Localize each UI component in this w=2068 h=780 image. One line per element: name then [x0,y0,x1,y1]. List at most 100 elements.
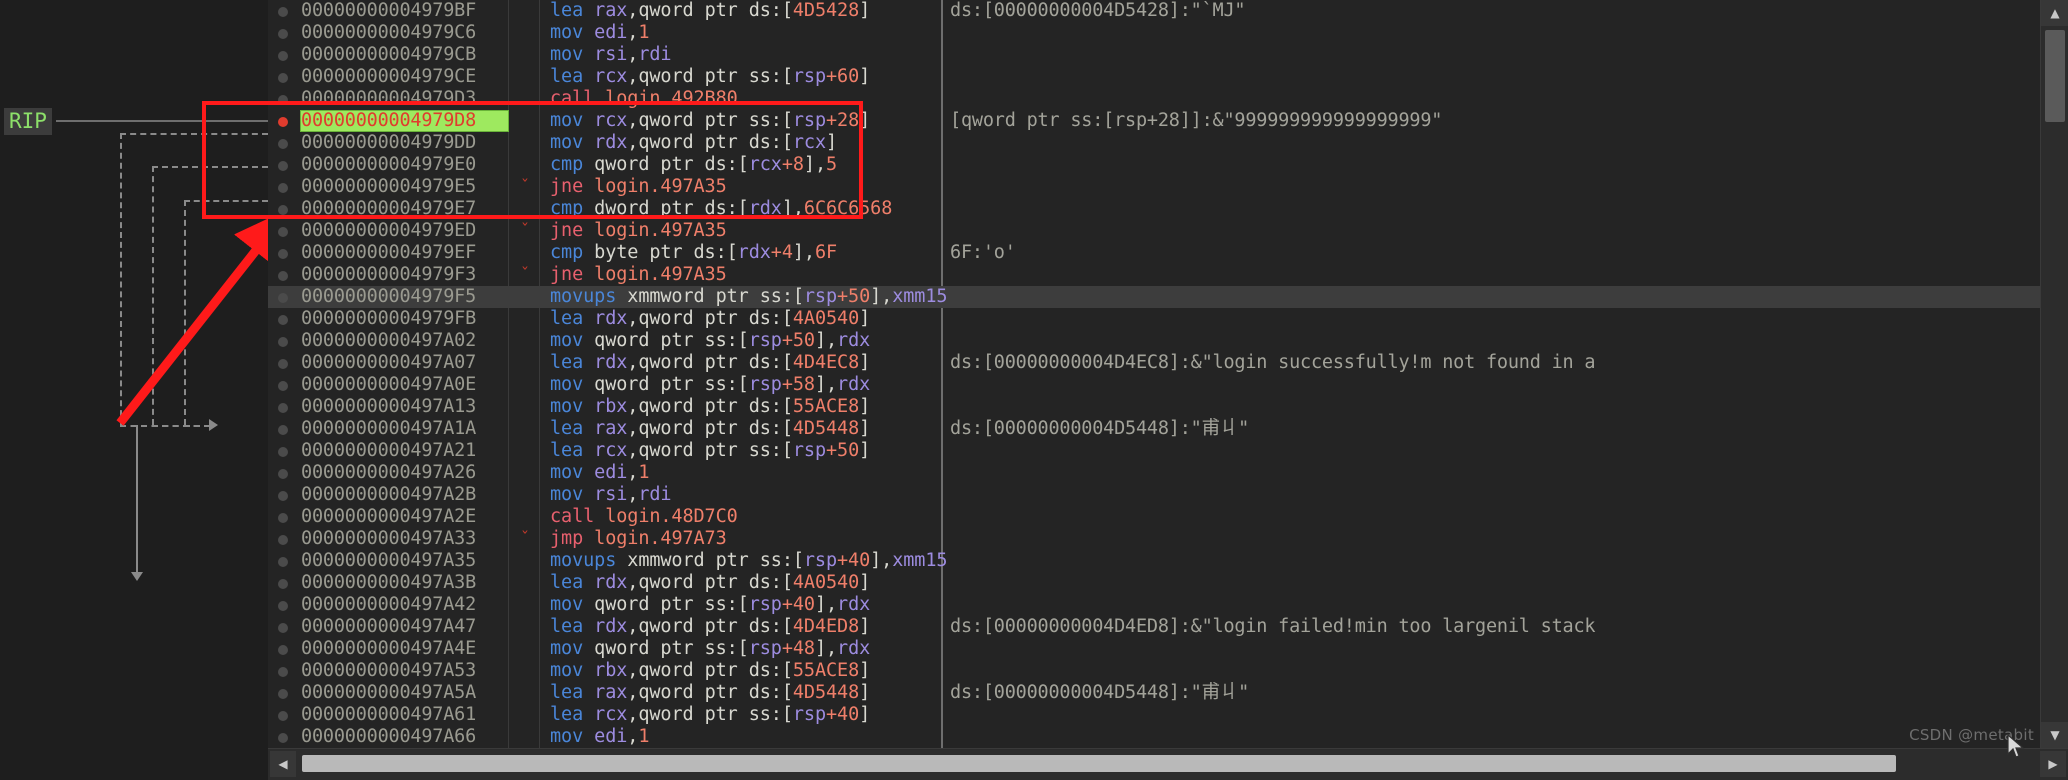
instruction-text[interactable]: lea rdx,qword ptr ds:[4A0540] [550,573,870,593]
instruction-address[interactable]: 00000000004979D3 [301,89,508,109]
disassembly-row[interactable]: 0000000000497A33 ˇ jmp login.497A73 [268,528,2040,550]
instruction-address[interactable]: 00000000004979C6 [301,23,508,43]
instruction-address[interactable]: 0000000000497A33 [301,529,508,549]
disassembly-row[interactable]: 0000000000497A66 mov edi,1 [268,726,2040,748]
breakpoint-toggle[interactable] [268,682,300,704]
disassembly-row[interactable]: 00000000004979D3 call login.492B80 [268,88,2040,110]
disassembly-row[interactable]: 00000000004979FB lea rdx,qword ptr ds:[4A… [268,308,2040,330]
vertical-scrollbar[interactable]: ▲ ▼ [2040,0,2068,748]
instruction-text[interactable]: lea rax,qword ptr ds:[4D5448] [550,683,870,703]
instruction-text[interactable]: jmp login.497A73 [550,529,727,549]
breakpoint-toggle[interactable] [268,726,300,748]
breakpoint-toggle[interactable] [268,704,300,726]
breakpoint-toggle[interactable] [268,660,300,682]
disassembly-row[interactable]: 0000000000497A42 mov qword ptr ss:[rsp+40… [268,594,2040,616]
disassembly-row[interactable]: 00000000004979E0 cmp qword ptr ds:[rcx+8]… [268,154,2040,176]
instruction-text[interactable]: cmp byte ptr ds:[rdx+4],6F [550,243,837,263]
breakpoint-toggle[interactable] [268,242,300,264]
instruction-text[interactable]: call login.492B80 [550,89,738,109]
instruction-address[interactable]: 0000000000497A53 [301,661,508,681]
instruction-text[interactable]: mov edi,1 [550,463,649,483]
breakpoint-toggle[interactable] [268,66,300,88]
instruction-text[interactable]: lea rdx,qword ptr ds:[4D4ED8] [550,617,870,637]
instruction-address[interactable]: 0000000000497A2B [301,485,508,505]
breakpoint-toggle[interactable] [268,132,300,154]
instruction-address[interactable]: 0000000000497A47 [301,617,508,637]
instruction-address[interactable]: 0000000000497A21 [301,441,508,461]
breakpoint-toggle[interactable] [268,264,300,286]
instruction-text[interactable]: mov qword ptr ss:[rsp+40],rdx [550,595,870,615]
breakpoint-toggle[interactable] [268,638,300,660]
breakpoint-toggle[interactable] [268,374,300,396]
disassembly-row[interactable]: 0000000000497A02 mov qword ptr ss:[rsp+50… [268,330,2040,352]
instruction-text[interactable]: cmp dword ptr ds:[rdx],6C6C6568 [550,199,892,219]
breakpoint-toggle[interactable] [268,198,300,220]
disassembly-row[interactable]: 00000000004979E5 ˇ jne login.497A35 [268,176,2040,198]
breakpoint-toggle[interactable] [268,550,300,572]
instruction-address[interactable]: 00000000004979F3 [301,265,508,285]
breakpoint-toggle[interactable] [268,176,300,198]
instruction-text[interactable]: mov qword ptr ss:[rsp+58],rdx [550,375,870,395]
breakpoint-toggle[interactable] [268,154,300,176]
scroll-up-icon[interactable]: ▲ [2041,0,2068,26]
disassembly-row[interactable]: 00000000004979EF cmp byte ptr ds:[rdx+4],… [268,242,2040,264]
instruction-text[interactable]: cmp qword ptr ds:[rcx+8],5 [550,155,837,175]
scroll-right-icon[interactable]: ▶ [2040,751,2066,777]
instruction-address[interactable]: 00000000004979ED [301,221,508,241]
instruction-text[interactable]: lea rcx,qword ptr ss:[rsp+60] [550,67,870,87]
instruction-address[interactable]: 0000000000497A3B [301,573,508,593]
disassembly-row[interactable]: 0000000000497A35 movups xmmword ptr ss:[r… [268,550,2040,572]
breakpoint-toggle[interactable] [268,572,300,594]
disassembly-row[interactable]: 0000000000497A0E mov qword ptr ss:[rsp+58… [268,374,2040,396]
instruction-address[interactable]: 00000000004979E7 [301,199,508,219]
code-listing[interactable]: 00000000004979BF lea rax,qword ptr ds:[4D… [268,0,2040,748]
breakpoint-toggle[interactable] [268,286,300,308]
disassembly-row[interactable]: 00000000004979D8 mov rcx,qword ptr ss:[rs… [268,110,2040,132]
breakpoint-toggle[interactable] [268,88,300,110]
breakpoint-toggle[interactable] [268,22,300,44]
breakpoint-toggle[interactable] [268,330,300,352]
disassembly-row[interactable]: 0000000000497A47 lea rdx,qword ptr ds:[4D… [268,616,2040,638]
breakpoint-toggle[interactable] [268,0,300,22]
instruction-address[interactable]: 0000000000497A42 [301,595,508,615]
horizontal-scroll-thumb[interactable] [302,755,1896,772]
instruction-address[interactable]: 00000000004979F5 [301,287,508,307]
disassembly-row[interactable]: 0000000000497A21 lea rcx,qword ptr ss:[rs… [268,440,2040,462]
breakpoint-toggle[interactable] [268,462,300,484]
instruction-text[interactable]: jne login.497A35 [550,221,727,241]
scroll-down-icon[interactable]: ▼ [2041,722,2068,748]
disassembly-row[interactable]: 0000000000497A5A lea rax,qword ptr ds:[4D… [268,682,2040,704]
breakpoint-toggle[interactable] [268,110,300,132]
breakpoint-toggle[interactable] [268,440,300,462]
disassembly-row[interactable]: 0000000000497A3B lea rdx,qword ptr ds:[4A… [268,572,2040,594]
instruction-text[interactable]: lea rcx,qword ptr ss:[rsp+50] [550,441,870,461]
instruction-address[interactable]: 0000000000497A1A [301,419,508,439]
instruction-text[interactable]: mov rsi,rdi [550,485,672,505]
breakpoint-toggle[interactable] [268,220,300,242]
instruction-address[interactable]: 00000000004979FB [301,309,508,329]
instruction-text[interactable]: lea rax,qword ptr ds:[4D5428] [550,1,870,21]
instruction-address[interactable]: 0000000000497A5A [301,683,508,703]
disassembly-row[interactable]: 00000000004979F3 ˇ jne login.497A35 [268,264,2040,286]
breakpoint-toggle[interactable] [268,396,300,418]
instruction-address[interactable]: 0000000000497A07 [301,353,508,373]
instruction-text[interactable]: jne login.497A35 [550,265,727,285]
disassembly-row[interactable]: 0000000000497A1A lea rax,qword ptr ds:[4D… [268,418,2040,440]
disassembly-row[interactable]: 0000000000497A2B mov rsi,rdi [268,484,2040,506]
scroll-left-icon[interactable]: ◀ [270,751,296,777]
instruction-address[interactable]: 0000000000497A66 [301,727,508,747]
disassembly-row[interactable]: 00000000004979C6 mov edi,1 [268,22,2040,44]
instruction-text[interactable]: movups xmmword ptr ss:[rsp+50],xmm15 [550,287,948,307]
disassembly-row[interactable]: 00000000004979BF lea rax,qword ptr ds:[4D… [268,0,2040,22]
breakpoint-toggle[interactable] [268,308,300,330]
horizontal-scrollbar[interactable]: ◀ ▶ [268,748,2068,780]
instruction-text[interactable]: mov rsi,rdi [550,45,672,65]
breakpoint-toggle[interactable] [268,352,300,374]
breakpoint-toggle[interactable] [268,594,300,616]
instruction-text[interactable]: mov qword ptr ss:[rsp+48],rdx [550,639,870,659]
instruction-address[interactable]: 0000000000497A13 [301,397,508,417]
instruction-address[interactable]: 00000000004979EF [301,243,508,263]
vertical-scroll-thumb[interactable] [2045,30,2065,122]
disassembly-row[interactable]: 00000000004979CB mov rsi,rdi [268,44,2040,66]
disassembly-row[interactable]: 00000000004979F5 movups xmmword ptr ss:[r… [268,286,2040,308]
